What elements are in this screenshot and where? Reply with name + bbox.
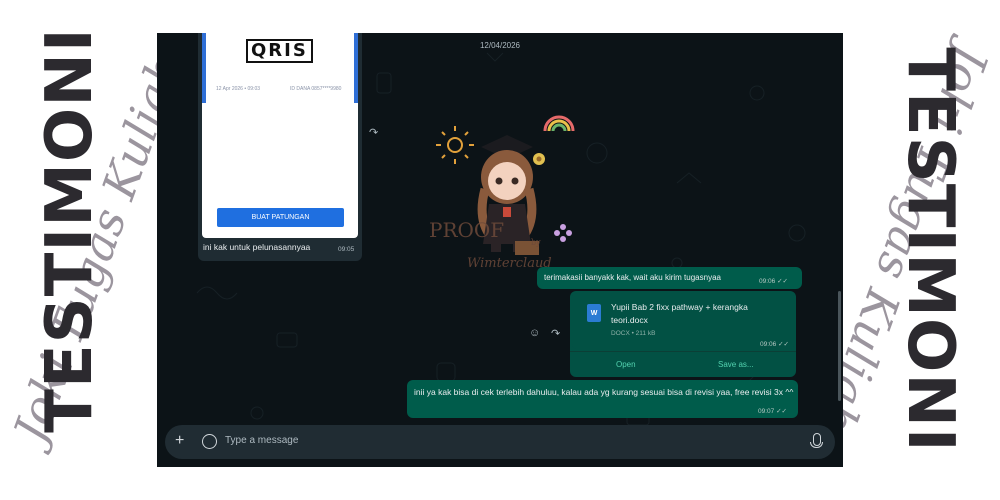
incoming-message-text: ini kak untuk pelunasannyaa bbox=[203, 242, 311, 252]
double-check-icon: ✓✓ bbox=[777, 278, 788, 285]
rainbow-icon bbox=[543, 115, 575, 132]
microphone-icon[interactable] bbox=[810, 433, 823, 448]
sticker-text-proof: PROOF bbox=[429, 218, 504, 242]
qris-action-button[interactable]: BUAT PATUNGAN bbox=[217, 208, 344, 227]
qris-left-bar bbox=[202, 33, 206, 103]
forward-icon[interactable]: ↷ bbox=[551, 327, 560, 340]
sun-icon bbox=[436, 126, 474, 164]
flower-icon bbox=[554, 224, 572, 242]
left-title: TESTIMONI bbox=[33, 27, 107, 433]
message-time: 09:06 ✓✓ bbox=[760, 341, 789, 348]
message-composer: + Type a message bbox=[165, 425, 835, 459]
message-input[interactable]: Type a message bbox=[225, 435, 298, 446]
chat-scrollbar[interactable] bbox=[838, 291, 841, 401]
qris-logo: QRIS bbox=[246, 39, 313, 63]
document-actions: Open Save as... bbox=[570, 351, 796, 378]
chat-window[interactable]: 12/04/2026 QRIS 12 Apr 2026 • 09:03 ID D… bbox=[157, 33, 843, 467]
save-as-button[interactable]: Save as... bbox=[718, 360, 754, 369]
document-file-meta: DOCX • 211 kB bbox=[611, 330, 656, 337]
message-time: 09:07 ✓✓ bbox=[758, 408, 787, 415]
qris-id: ID DANA 0857****9980 bbox=[290, 86, 342, 92]
qris-date: 12 Apr 2026 • 09:03 bbox=[216, 86, 261, 92]
outgoing-message-1[interactable]: terimakasii banyakk kak, wait aku kirim … bbox=[537, 267, 802, 289]
right-banner: Joki Tugas Kuliah TESTIMONI bbox=[842, 0, 1000, 500]
sticker-icon[interactable] bbox=[202, 434, 217, 449]
word-document-icon: W bbox=[587, 304, 601, 322]
double-check-icon: ✓✓ bbox=[778, 341, 789, 348]
outgoing-document-message[interactable]: W Yupii Bab 2 fixx pathway + kerangka te… bbox=[570, 291, 796, 377]
outgoing-message-3[interactable]: inii ya kak bisa di cek terlebih dahuluu… bbox=[407, 380, 798, 418]
right-title: TESTIMONI bbox=[893, 47, 967, 453]
emoji-reaction-icon[interactable]: ☺ bbox=[529, 327, 540, 339]
qris-right-bar bbox=[354, 33, 358, 103]
message-time: 09:06 ✓✓ bbox=[759, 278, 788, 285]
double-check-icon: ✓✓ bbox=[776, 408, 787, 415]
message-text: inii ya kak bisa di cek terlebih dahuluu… bbox=[414, 387, 794, 397]
open-document-button[interactable]: Open bbox=[616, 360, 636, 369]
sticker-text-by: by bbox=[531, 238, 541, 247]
qris-image-message[interactable]: QRIS 12 Apr 2026 • 09:03 ID DANA 0857***… bbox=[198, 33, 362, 261]
forward-icon[interactable]: ↷ bbox=[369, 126, 378, 139]
message-text: terimakasii banyakk kak, wait aku kirim … bbox=[544, 273, 721, 282]
attach-plus-icon[interactable]: + bbox=[175, 432, 184, 450]
qris-receipt-image[interactable]: QRIS 12 Apr 2026 • 09:03 ID DANA 0857***… bbox=[202, 33, 358, 238]
document-file-name: Yupii Bab 2 fixx pathway + kerangka teor… bbox=[611, 302, 748, 325]
incoming-message-time: 09:05 bbox=[338, 246, 355, 253]
sticker-image[interactable]: PROOF by Wimterclaud bbox=[423, 109, 583, 279]
left-banner: Joki Tugas Kuliah TESTIMONI bbox=[0, 0, 157, 500]
document-preview[interactable]: W Yupii Bab 2 fixx pathway + kerangka te… bbox=[572, 293, 794, 349]
